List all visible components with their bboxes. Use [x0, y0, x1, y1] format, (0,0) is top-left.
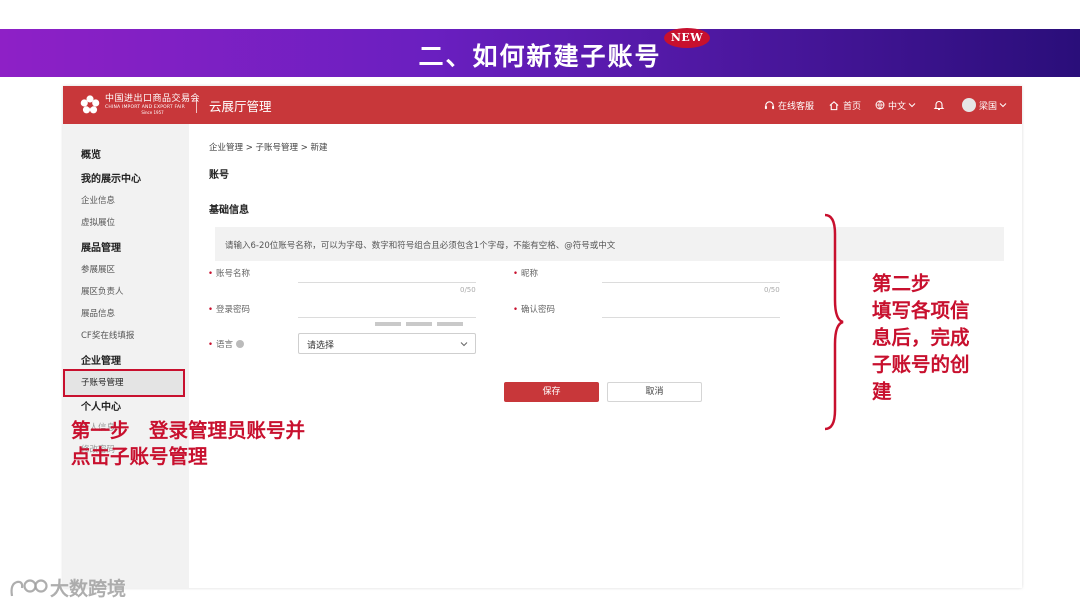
step2-annotation-line: 子账号的创 [872, 353, 970, 376]
curly-brace-icon [824, 213, 844, 431]
logo-since-text: Since 1957 [141, 110, 164, 116]
account-rule-notice: 请输入6-20位账号名称，可以为字母、数字和符号组合且必须包含1个字母，不能有空… [215, 227, 1004, 261]
slide-title: 二、如何新建子账号 [418, 42, 662, 71]
password-strength-bar [406, 322, 432, 326]
sidebar-group-company: 企业管理 [81, 356, 121, 367]
password-strength-bar [375, 322, 401, 326]
slide-banner: 二、如何新建子账号 [0, 29, 1080, 77]
sidebar-item-overview[interactable]: 概览 [81, 146, 101, 161]
cancel-button[interactable]: 取消 [607, 382, 702, 402]
step2-annotation-line: 建 [872, 380, 892, 403]
account-name-counter: 0/50 [460, 286, 476, 294]
nickname-input[interactable] [602, 282, 780, 283]
avatar [961, 98, 976, 112]
step2-annotation-line: 填写各项信 [872, 299, 970, 322]
sidebar-item-exhibit-info[interactable]: 展品信息 [81, 307, 115, 319]
bell-icon [933, 101, 945, 111]
support-label: 在线客服 [777, 101, 814, 112]
account-name-label: • 账号名称 [208, 269, 251, 279]
sidebar-group-personal: 个人中心 [81, 402, 121, 413]
step1-annotation-line1: 第一步 登录管理员账号并 [71, 419, 306, 442]
home-icon [829, 100, 839, 110]
language-select[interactable]: 请选择 [298, 333, 476, 354]
confirm-password-input[interactable] [602, 317, 780, 318]
language-field-label: • 语言 [208, 338, 245, 350]
user-menu[interactable]: 梁国 [961, 98, 1010, 112]
step1-annotation-line2: 点击子账号管理 [71, 445, 208, 468]
confirm-password-label: • 确认密码 [513, 305, 556, 315]
sidebar-item-cf-award[interactable]: CF奖在线填报 [81, 329, 134, 341]
breadcrumb: 企业管理 > 子账号管理 > 新建 [209, 143, 328, 153]
sidebar: 概览 我的展示中心 企业信息 虚拟展位 展品管理 参展展区 展区负责人 展品信息… [63, 124, 189, 588]
save-button[interactable]: 保存 [504, 382, 599, 402]
account-name-input[interactable] [298, 282, 476, 283]
headset-icon [764, 100, 775, 109]
sidebar-item-zone-manager[interactable]: 展区负责人 [81, 285, 124, 297]
help-icon[interactable] [236, 340, 245, 348]
password-label: • 登录密码 [208, 305, 251, 315]
nickname-label: • 昵称 [513, 269, 539, 279]
logo-cn-text: 中国进出口商品交易会 [105, 93, 201, 104]
home-link[interactable]: 首页 [828, 99, 861, 112]
sidebar-group-exhibits: 展品管理 [81, 243, 121, 254]
sidebar-group-showcase: 我的展示中心 [81, 174, 141, 185]
app-title: 云展厅管理 [209, 99, 272, 114]
sidebar-item-company-info[interactable]: 企业信息 [81, 194, 115, 206]
canton-fair-logo[interactable]: 中国进出口商品交易会 CHINA IMPORT AND EXPORT FAIR … [79, 93, 200, 117]
top-navbar: 中国进出口商品交易会 CHINA IMPORT AND EXPORT FAIR … [63, 86, 1022, 124]
step2-annotation-line: 第二步 [872, 272, 931, 295]
flower-logo-icon [80, 95, 100, 114]
home-label: 首页 [842, 101, 861, 112]
section-basic-title: 基础信息 [209, 205, 249, 216]
notification-button[interactable] [933, 99, 948, 111]
section-account-title: 账号 [209, 170, 229, 181]
globe-icon [875, 100, 885, 110]
user-name: 梁国 [978, 101, 997, 112]
watermark-logo-icon [10, 578, 48, 596]
password-strength-bar [437, 322, 463, 326]
language-label: 中文 [887, 101, 906, 112]
sidebar-item-sub-account[interactable]: 子账号管理 [81, 376, 124, 388]
watermark: 大数跨境 [8, 574, 126, 601]
chevron-down-icon [460, 342, 468, 347]
sidebar-item-virtual-booth[interactable]: 虚拟展位 [81, 216, 115, 228]
language-select-value: 请选择 [307, 341, 335, 351]
support-link[interactable]: 在线客服 [764, 99, 814, 112]
topbar-actions: 在线客服 首页 中文 梁国 [750, 86, 1010, 124]
password-input[interactable] [298, 317, 476, 318]
chevron-down-icon [908, 103, 916, 108]
language-switch[interactable]: 中文 [875, 99, 919, 112]
topbar-divider [196, 97, 197, 113]
step2-annotation-line: 息后，完成 [872, 326, 970, 349]
chevron-down-icon [999, 103, 1007, 108]
nickname-counter: 0/50 [764, 286, 780, 294]
sidebar-item-exhibit-zone[interactable]: 参展展区 [81, 263, 115, 275]
new-badge: NEW [664, 28, 710, 48]
watermark-text: 大数跨境 [50, 578, 127, 600]
